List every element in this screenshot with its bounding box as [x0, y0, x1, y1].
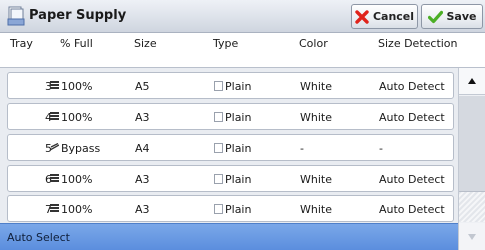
tray-row-6[interactable]: 6 100% A3 Plain White Auto Detect — [7, 165, 454, 192]
paper-size: A3 — [135, 203, 150, 216]
column-header-tray: Tray — [10, 37, 33, 50]
paper-type: Plain — [225, 111, 252, 124]
paper-type: Plain — [225, 173, 252, 186]
paper-size: A3 — [135, 111, 150, 124]
tray-number: 4 — [45, 111, 52, 124]
percent-full: 100% — [61, 203, 93, 216]
paper-supply-icon — [7, 6, 25, 26]
size-detection: Auto Detect — [379, 80, 445, 93]
paper-color: White — [300, 111, 332, 124]
column-header-percent-full: % Full — [60, 37, 93, 50]
column-header-color: Color — [299, 37, 328, 50]
tray-number: 5 — [45, 142, 52, 155]
scrollbar-grip — [459, 192, 485, 222]
down-arrow-icon — [468, 233, 476, 240]
checkbox-icon — [214, 174, 223, 184]
percent-full: 100% — [61, 80, 93, 93]
paper-size: A3 — [135, 173, 150, 186]
tray-row-7[interactable]: 7 100% A3 Plain White Auto Detect — [7, 195, 454, 222]
scroll-down-button[interactable] — [459, 223, 485, 250]
percent-full: 100% — [61, 173, 93, 186]
scrollbar-thumb[interactable] — [459, 96, 485, 192]
tray-stack-icon — [50, 81, 59, 89]
bypass-tray-icon — [50, 143, 59, 151]
cancel-button[interactable]: Cancel — [351, 4, 418, 29]
column-header-size: Size — [134, 37, 157, 50]
checkbox-icon — [214, 204, 223, 214]
paper-type: Plain — [225, 203, 252, 216]
tray-row-3[interactable]: 3 100% A5 Plain White Auto Detect — [7, 72, 454, 99]
auto-select-label: Auto Select — [7, 231, 70, 244]
up-arrow-icon — [468, 78, 476, 84]
paper-color: White — [300, 203, 332, 216]
tray-number: 3 — [45, 80, 52, 93]
scroll-up-button[interactable] — [459, 68, 485, 95]
tray-number: 6 — [45, 173, 52, 186]
checkbox-icon — [214, 112, 223, 122]
paper-color: - — [300, 142, 304, 155]
save-button[interactable]: Save — [421, 4, 483, 29]
column-header-size-detection: Size Detection — [378, 37, 458, 50]
cancel-label: Cancel — [372, 10, 415, 23]
save-label: Save — [446, 10, 477, 23]
column-header-type: Type — [213, 37, 239, 50]
checkmark-icon — [427, 10, 443, 23]
tray-stack-icon — [50, 174, 59, 182]
checkbox-icon — [214, 143, 223, 153]
paper-size: A4 — [135, 142, 150, 155]
percent-full: 100% — [61, 111, 93, 124]
tray-row-5[interactable]: 5 Bypass A4 Plain - - — [7, 134, 454, 161]
tray-stack-icon — [50, 204, 59, 212]
title-bar: Paper Supply Cancel Save — [0, 0, 485, 33]
tray-number: 7 — [45, 203, 52, 216]
paper-size: A5 — [135, 80, 150, 93]
page-title: Paper Supply — [29, 8, 127, 23]
size-detection: Auto Detect — [379, 203, 445, 216]
x-icon — [355, 9, 369, 24]
percent-full: Bypass — [61, 142, 101, 155]
tray-row-4[interactable]: 4 100% A3 Plain White Auto Detect — [7, 103, 454, 130]
size-detection: - — [379, 142, 383, 155]
checkbox-icon — [214, 81, 223, 91]
paper-color: White — [300, 80, 332, 93]
size-detection: Auto Detect — [379, 173, 445, 186]
size-detection: Auto Detect — [379, 111, 445, 124]
paper-type: Plain — [225, 142, 252, 155]
paper-type: Plain — [225, 80, 252, 93]
tray-stack-icon — [50, 112, 59, 120]
auto-select-row[interactable]: Auto Select — [0, 223, 458, 250]
paper-color: White — [300, 173, 332, 186]
